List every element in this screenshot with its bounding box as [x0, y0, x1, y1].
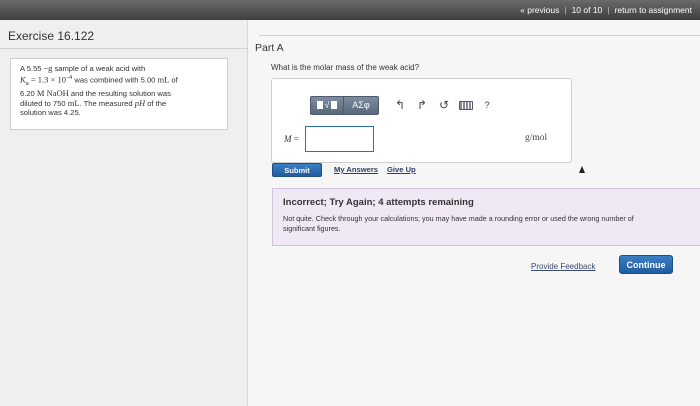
help-icon[interactable]: ? [477, 96, 497, 114]
radical-icon: √ [324, 100, 330, 110]
feedback-message: Incorrect; Try Again; 4 attempts remaini… [272, 188, 700, 246]
keyboard-icon[interactable] [459, 100, 473, 110]
redo-icon[interactable]: ↱ [411, 96, 433, 114]
my-answers-link[interactable]: My Answers [334, 165, 378, 174]
templates-button[interactable]: √ [310, 95, 344, 115]
feedback-title: Incorrect; Try Again; 4 attempts remaini… [283, 197, 474, 208]
submit-button[interactable]: Submit [272, 163, 322, 177]
divider [0, 48, 248, 49]
undo-icon[interactable]: ↰ [389, 96, 411, 114]
reset-icon[interactable]: ↺ [433, 96, 455, 114]
template-square-icon [331, 101, 338, 109]
return-to-assignment-link[interactable]: return to assignment [615, 5, 692, 15]
feedback-text: Not quite. Check through your calculatio… [283, 214, 634, 233]
divider [259, 35, 700, 36]
problem-statement: A 5.55 −g sample of a weak acid with Ka … [10, 58, 228, 130]
question-area: Part A What is the molar mass of the wea… [249, 20, 700, 406]
exercise-panel: Exercise 16.122 A 5.55 −g sample of a we… [0, 20, 248, 406]
equation-toolbar: √ ΑΣφ ↰ ↱ ↺ ? [310, 94, 520, 116]
unit-label: g/mol [525, 133, 548, 143]
separator: | [607, 5, 610, 15]
answer-box: √ ΑΣφ ↰ ↱ ↺ ? M = g/mol [271, 78, 572, 163]
previous-link[interactable]: « previous [520, 5, 559, 15]
part-title: Part A [255, 42, 284, 54]
molar-mass-input[interactable] [305, 126, 374, 152]
exercise-title: Exercise 16.122 [8, 29, 95, 43]
template-square-icon [316, 101, 323, 109]
answer-variable-label: M = [284, 134, 299, 144]
separator: | [564, 5, 567, 15]
give-up-link[interactable]: Give Up [387, 165, 416, 174]
continue-button[interactable]: Continue [619, 255, 673, 274]
top-navigation-bar: « previous | 10 of 10 | return to assign… [0, 0, 700, 20]
page-counter: 10 of 10 [571, 5, 603, 15]
question-text: What is the molar mass of the weak acid? [271, 63, 420, 72]
symbols-button[interactable]: ΑΣφ [344, 95, 379, 115]
provide-feedback-link[interactable]: Provide Feedback [531, 262, 595, 271]
mouse-cursor-icon [579, 166, 585, 173]
